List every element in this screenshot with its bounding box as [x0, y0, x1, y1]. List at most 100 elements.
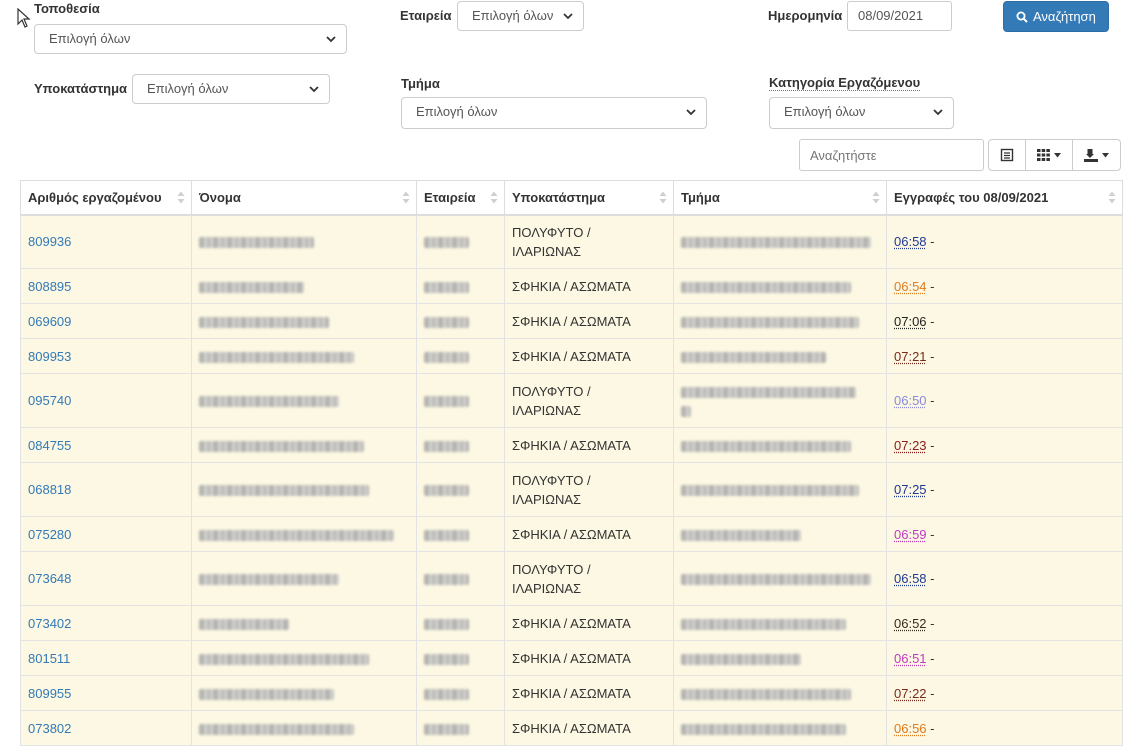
redacted-name — [199, 653, 369, 665]
columns-button[interactable] — [1026, 139, 1073, 171]
export-button[interactable] — [1073, 139, 1121, 171]
branch-cell: ΠΟΛΥΦΥΤΟ / ΙΛΑΡΙΩΝΑΣ — [504, 373, 674, 428]
employee-number-link[interactable]: 809953 — [28, 349, 71, 364]
employee-number-link[interactable]: 808895 — [28, 279, 71, 294]
table-row[interactable]: 095740 ΠΟΛΥΦΥΤΟ / ΙΛΑΡΙΩΝΑΣ 06:50 - — [20, 373, 1123, 428]
record-time[interactable]: 06:52 — [894, 616, 927, 631]
search-button[interactable]: Αναζήτηση — [1003, 1, 1109, 32]
branch-label: Υποκατάστημα — [34, 81, 128, 96]
redacted-company — [424, 396, 469, 408]
column-header-department[interactable]: Τμήμα — [673, 180, 887, 216]
branch-cell: ΣΦΗΚΙΑ / ΑΣΩΜΑΤΑ — [504, 675, 674, 711]
record-separator: - — [926, 650, 935, 666]
column-header-records[interactable]: Εγγραφές του 08/09/2021 — [886, 180, 1123, 216]
employee-number-link[interactable]: 084755 — [28, 438, 71, 453]
employee-number-link[interactable]: 073402 — [28, 616, 71, 631]
employee-number-link[interactable]: 809955 — [28, 686, 71, 701]
redacted-name — [199, 485, 369, 497]
record-time[interactable]: 06:51 — [894, 651, 927, 666]
redacted-name — [199, 440, 364, 452]
column-header-name[interactable]: Όνομα — [191, 180, 417, 216]
records-cell: 06:50 - — [886, 373, 1123, 428]
employee-number-cell: 809936 — [20, 214, 192, 269]
date-input[interactable]: 08/09/2021 — [847, 1, 952, 31]
chevron-down-icon — [686, 109, 696, 116]
redacted-department — [681, 316, 859, 328]
redacted-name — [199, 723, 354, 735]
toggle-view-button[interactable] — [988, 139, 1026, 171]
export-download-icon — [1084, 148, 1098, 162]
redacted-name — [199, 529, 394, 541]
location-select[interactable]: Επιλογή όλων — [34, 24, 347, 54]
department-cell — [673, 373, 887, 428]
employee-number-link[interactable]: 068818 — [28, 482, 71, 497]
table-row[interactable]: 809955 ΣΦΗΚΙΑ / ΑΣΩΜΑΤΑ 07:22 - — [20, 675, 1123, 711]
sort-icon — [659, 191, 667, 204]
branch-text: ΣΦΗΚΙΑ / ΑΣΩΜΑΤΑ — [512, 313, 631, 329]
redacted-department — [681, 574, 871, 586]
employee-number-link[interactable]: 073802 — [28, 721, 71, 736]
record-time[interactable]: 07:22 — [894, 686, 927, 701]
employee-number-link[interactable]: 095740 — [28, 393, 71, 408]
record-time[interactable]: 06:54 — [894, 279, 927, 294]
table-row[interactable]: 084755 ΣΦΗΚΙΑ / ΑΣΩΜΑΤΑ 07:23 - — [20, 427, 1123, 463]
record-time[interactable]: 07:23 — [894, 438, 927, 453]
table-search-input[interactable] — [799, 139, 984, 171]
column-header-branch[interactable]: Υποκατάστημα — [504, 180, 674, 216]
employee-number-link[interactable]: 073648 — [28, 571, 71, 586]
name-cell — [191, 516, 417, 552]
company-select[interactable]: Επιλογή όλων — [457, 1, 584, 31]
company-cell — [416, 516, 505, 552]
table-row[interactable]: 073802 ΣΦΗΚΙΑ / ΑΣΩΜΑΤΑ 06:56 - — [20, 710, 1123, 746]
record-separator: - — [926, 685, 935, 701]
record-time[interactable]: 06:59 — [894, 527, 927, 542]
records-cell: 06:58 - — [886, 551, 1123, 606]
table-row[interactable]: 068818 ΠΟΛΥΦΥΤΟ / ΙΛΑΡΙΩΝΑΣ 07:25 - — [20, 462, 1123, 517]
branch-select[interactable]: Επιλογή όλων — [132, 74, 330, 104]
employee-number-cell: 808895 — [20, 268, 192, 304]
table-row[interactable]: 801511 ΣΦΗΚΙΑ / ΑΣΩΜΑΤΑ 06:51 - — [20, 640, 1123, 676]
location-select-value: Επιλογή όλων — [49, 31, 131, 46]
sort-icon — [872, 191, 880, 204]
records-cell: 07:25 - — [886, 462, 1123, 517]
employee-number-link[interactable]: 069609 — [28, 314, 71, 329]
table-row[interactable]: 809936 ΠΟΛΥΦΥΤΟ / ΙΛΑΡΙΩΝΑΣ 06:58 - — [20, 214, 1123, 269]
sort-icon — [1108, 191, 1116, 204]
record-time[interactable]: 06:56 — [894, 721, 927, 736]
department-select[interactable]: Επιλογή όλων — [401, 97, 707, 129]
table-row[interactable]: 808895 ΣΦΗΚΙΑ / ΑΣΩΜΑΤΑ 06:54 - — [20, 268, 1123, 304]
record-time[interactable]: 07:21 — [894, 349, 927, 364]
table-row[interactable]: 073402 ΣΦΗΚΙΑ / ΑΣΩΜΑΤΑ 06:52 - — [20, 605, 1123, 641]
record-time[interactable]: 07:25 — [894, 482, 927, 497]
company-cell — [416, 675, 505, 711]
record-separator: - — [926, 234, 935, 250]
record-time[interactable]: 06:58 — [894, 571, 927, 586]
employee-category-select[interactable]: Επιλογή όλων — [769, 97, 954, 129]
records-cell: 06:56 - — [886, 710, 1123, 746]
record-separator: - — [926, 278, 935, 294]
record-time[interactable]: 07:06 — [894, 314, 927, 329]
redacted-name — [199, 574, 339, 586]
employee-number-link[interactable]: 809936 — [28, 234, 71, 249]
column-header-company[interactable]: Εταιρεία — [416, 180, 505, 216]
table-row[interactable]: 809953 ΣΦΗΚΙΑ / ΑΣΩΜΑΤΑ 07:21 - — [20, 338, 1123, 374]
branch-text-line2: ΙΛΑΡΙΩΝΑΣ — [512, 491, 582, 507]
employee-number-link[interactable]: 075280 — [28, 527, 71, 542]
records-cell: 07:22 - — [886, 675, 1123, 711]
employee-number-cell: 068818 — [20, 462, 192, 517]
table-row[interactable]: 069609 ΣΦΗΚΙΑ / ΑΣΩΜΑΤΑ 07:06 - — [20, 303, 1123, 339]
table-row[interactable]: 075280 ΣΦΗΚΙΑ / ΑΣΩΜΑΤΑ 06:59 - — [20, 516, 1123, 552]
caret-down-icon — [1054, 152, 1061, 157]
redacted-department — [681, 653, 801, 665]
column-header-employee-number[interactable]: Αριθμός εργαζομένου — [20, 180, 192, 216]
redacted-company — [424, 529, 469, 541]
name-cell — [191, 675, 417, 711]
name-cell — [191, 427, 417, 463]
records-cell: 06:58 - — [886, 214, 1123, 269]
record-time[interactable]: 06:50 — [894, 393, 927, 408]
employee-number-link[interactable]: 801511 — [28, 651, 70, 666]
record-time[interactable]: 06:58 — [894, 234, 927, 249]
company-cell — [416, 551, 505, 606]
record-separator: - — [926, 482, 935, 497]
table-row[interactable]: 073648 ΠΟΛΥΦΥΤΟ / ΙΛΑΡΙΩΝΑΣ 06:58 - — [20, 551, 1123, 606]
